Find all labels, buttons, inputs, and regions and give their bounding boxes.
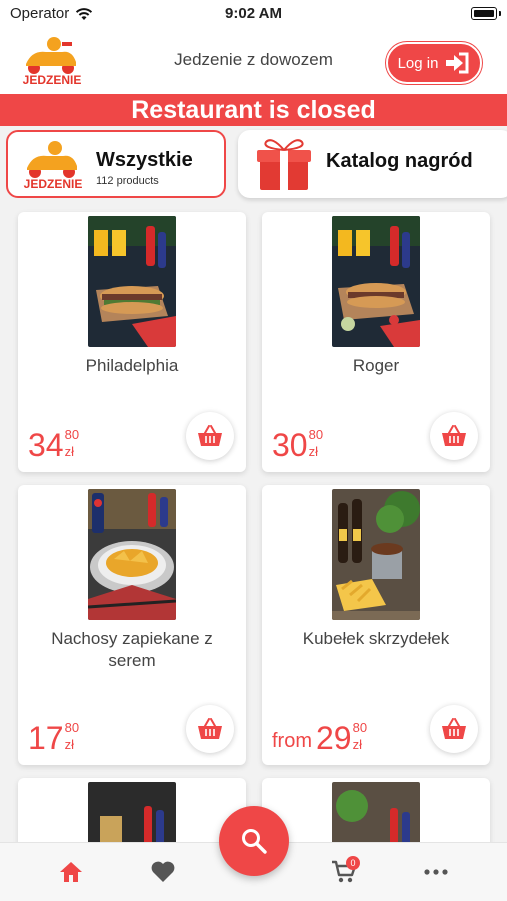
price-decimal: 80 (64, 720, 80, 735)
product-image (332, 489, 420, 620)
price-integer: 30 (272, 427, 308, 463)
product-name: Nachosy zapiekane z serem (51, 629, 213, 670)
product-image (88, 782, 176, 846)
basket-icon (442, 718, 466, 739)
price-integer: 29 (316, 720, 352, 756)
basket-icon (442, 425, 466, 446)
price-integer: 34 (28, 427, 64, 463)
price-currency: zł (308, 444, 318, 459)
product-card[interactable]: Philadelphia 34 80 zł (18, 212, 246, 472)
product-card[interactable]: Kubełek skrzydełek from 29 80 zł (262, 485, 490, 765)
more-icon (424, 869, 448, 875)
svg-text:JEDZENIE: JEDZENIE (23, 73, 82, 87)
product-card[interactable]: Roger 30 80 zł (262, 212, 490, 472)
price-prefix: from (272, 730, 312, 752)
search-button[interactable] (219, 806, 289, 876)
status-time: 9:02 AM (225, 5, 282, 22)
product-image (332, 216, 420, 347)
search-icon (242, 829, 267, 854)
category-all-logo: JEDZENIE (24, 141, 83, 191)
category-all-title: Wszystkie (96, 149, 193, 171)
svg-text:JEDZENIE: JEDZENIE (24, 177, 83, 191)
home-icon (60, 862, 82, 882)
price-decimal: 80 (352, 720, 368, 735)
heart-icon (151, 861, 175, 882)
category-all-count: 112 products (96, 175, 159, 187)
add-to-cart-button[interactable] (186, 705, 234, 753)
product-price: from 29 80 zł (272, 720, 368, 756)
product-name: Philadelphia (85, 356, 179, 375)
price-currency: zł (352, 737, 362, 752)
price-currency: zł (64, 737, 74, 752)
product-price: 30 80 zł (272, 427, 324, 463)
product-price: 17 80 zł (28, 720, 80, 756)
basket-icon (198, 425, 222, 446)
add-to-cart-button[interactable] (430, 412, 478, 460)
battery-icon (471, 7, 497, 20)
login-button[interactable]: Log in (386, 42, 482, 84)
cart-count-badge: 0 (346, 856, 360, 870)
product-image (332, 782, 420, 846)
nav-more[interactable] (420, 859, 452, 885)
app-header: JEDZENIE Jedzenie z dowozem Log in (0, 30, 507, 94)
price-decimal: 80 (64, 427, 80, 442)
product-image (88, 216, 176, 347)
login-label: Log in (397, 54, 439, 72)
nav-favorites[interactable] (147, 859, 179, 885)
category-rewards-catalog[interactable]: Katalog nagród (238, 130, 507, 198)
product-card[interactable]: Nachosy zapiekane z serem 17 80 zł (18, 485, 246, 765)
restaurant-closed-banner: Restaurant is closed (0, 94, 507, 126)
price-currency: zł (64, 444, 74, 459)
nav-home[interactable] (55, 859, 87, 885)
gift-icon (257, 139, 311, 190)
login-icon (446, 52, 469, 74)
product-name: Roger (352, 356, 400, 375)
category-rewards-title: Katalog nagród (326, 150, 473, 172)
add-to-cart-button[interactable] (186, 412, 234, 460)
battery-cap (499, 11, 501, 16)
add-to-cart-button[interactable] (430, 705, 478, 753)
basket-icon (198, 718, 222, 739)
status-bar: Operator 9:02 AM (0, 0, 507, 30)
category-all[interactable]: JEDZENIE Wszystkie 112 products (6, 130, 226, 198)
price-decimal: 80 (308, 427, 324, 442)
price-integer: 17 (28, 720, 64, 756)
product-price: 34 80 zł (28, 427, 80, 463)
product-image (88, 489, 176, 620)
product-name: Kubełek skrzydełek (302, 629, 450, 648)
